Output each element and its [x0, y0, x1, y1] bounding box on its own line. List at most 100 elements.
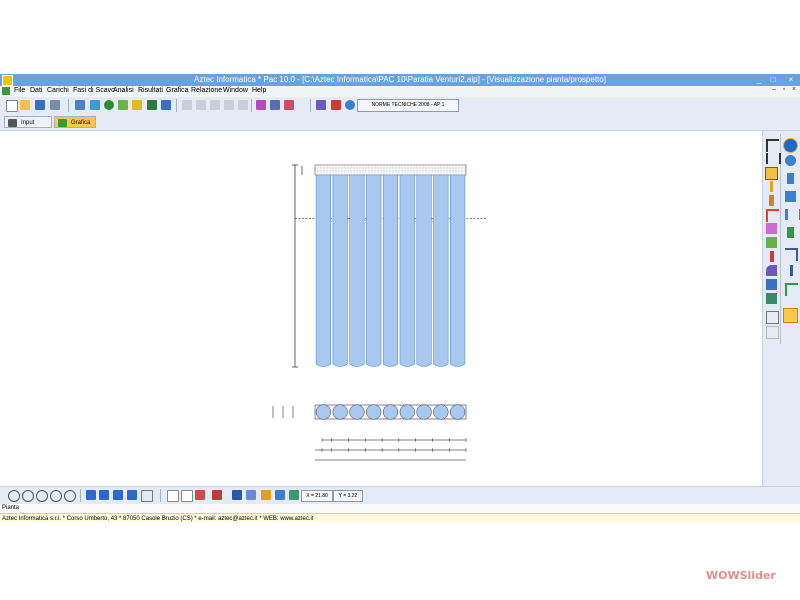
section-icon[interactable] [161, 100, 171, 110]
wall-red-icon[interactable] [769, 195, 774, 206]
window-title: Aztec Informatica * Pac 10.0 - [C:\Aztec… [194, 75, 606, 84]
zoom-in-icon[interactable] [8, 490, 20, 502]
menu-carichi[interactable]: Carichi [47, 87, 69, 94]
cluster-icon[interactable] [785, 155, 796, 166]
menu-help[interactable]: Help [252, 87, 266, 94]
diagram-icon[interactable] [256, 100, 266, 110]
micropile-icon[interactable] [765, 167, 778, 180]
mdi-restore-button[interactable]: ▫ [780, 86, 788, 96]
wall-icon[interactable] [75, 100, 85, 110]
mdi-close-button[interactable]: × [790, 86, 798, 96]
rod-icon[interactable] [770, 181, 773, 192]
text-icon[interactable] [232, 490, 242, 500]
zoom-extent-icon[interactable] [64, 490, 76, 502]
drawing-canvas[interactable] [0, 131, 762, 486]
status-mode: Pianta [0, 504, 800, 513]
anchor-icon[interactable] [90, 100, 100, 110]
pan-left-icon[interactable] [86, 490, 96, 500]
status-company: Aztec Informatica s.r.l. * Corso Umberto… [0, 513, 800, 523]
arrow-icon[interactable] [770, 251, 774, 262]
mdi-minimize-button[interactable]: – [770, 86, 778, 96]
circle-pile-icon[interactable] [783, 138, 798, 153]
bar-icon[interactable] [790, 265, 793, 276]
panel-divider [780, 134, 781, 344]
pile [332, 174, 348, 367]
pile [450, 174, 466, 367]
wowslider-watermark: WOWSlider [706, 569, 776, 582]
mixed-icon[interactable] [766, 237, 777, 248]
piles-elevation [315, 174, 466, 367]
pile [399, 174, 415, 367]
menu-fasi-di-scavo[interactable]: Fasi di Scavo [73, 87, 115, 94]
pan-down-icon[interactable] [127, 490, 137, 500]
profile-icon[interactable] [118, 100, 128, 110]
save-icon[interactable] [35, 100, 45, 110]
disabled-tool-icon [238, 100, 248, 110]
norme-tecniche-select[interactable]: NORME TECNICHE 2008 - AP 1 [357, 99, 459, 112]
bottom-toolbar: X = 21.80 Y = 3.22 [0, 486, 800, 504]
pile-wall-icon[interactable] [766, 153, 781, 164]
triangle-icon[interactable] [766, 223, 777, 234]
step-icon[interactable] [766, 209, 779, 222]
double-tee-icon[interactable] [785, 209, 800, 220]
plan-pile [382, 404, 399, 420]
sheet-pile-icon[interactable] [766, 139, 779, 152]
tab-label: Grafica [71, 120, 91, 126]
right-tool-panel [762, 131, 800, 486]
report-icon[interactable] [316, 100, 326, 110]
page-icon[interactable] [167, 490, 179, 502]
phase-icon[interactable] [147, 100, 157, 110]
rectangle-pile-icon[interactable] [787, 173, 794, 184]
menu-window[interactable]: Window [223, 87, 248, 94]
maximize-button[interactable]: □ [766, 74, 780, 86]
tab-grafica[interactable]: Grafica [54, 116, 96, 128]
shape-icon[interactable] [766, 265, 777, 276]
title-bar: Aztec Informatica * Pac 10.0 - [C:\Aztec… [0, 74, 800, 86]
close-button[interactable]: × [784, 74, 798, 86]
palette-icon[interactable] [275, 490, 285, 500]
colors-icon[interactable] [261, 490, 271, 500]
layers-icon[interactable] [766, 293, 777, 304]
plan-pile [399, 404, 415, 420]
battery-icon[interactable] [787, 227, 794, 238]
menu-relazione[interactable]: Relazione [191, 87, 222, 94]
tab-input-grafico[interactable]: Input grafico [4, 116, 52, 138]
help-icon[interactable] [345, 100, 355, 110]
menu-grafica[interactable]: Grafica [166, 87, 189, 94]
menu-bar: File Dati Carichi Fasi di Scavo Analisi … [0, 86, 800, 97]
plan-pile [366, 404, 382, 420]
blocks-icon[interactable] [766, 279, 777, 290]
soil-icon[interactable] [104, 100, 114, 110]
code-icon[interactable] [331, 100, 341, 110]
results-icon[interactable] [284, 100, 294, 110]
open-folder-icon[interactable] [20, 100, 30, 110]
hand-icon[interactable] [141, 490, 153, 502]
bracket-icon[interactable] [785, 283, 798, 296]
pan-right-icon[interactable] [99, 490, 109, 500]
zoom-all-icon[interactable] [50, 490, 62, 502]
grid-icon[interactable] [766, 311, 779, 324]
menu-dati[interactable]: Dati [30, 87, 42, 94]
toolbar-separator [310, 99, 311, 112]
print-icon[interactable] [50, 100, 60, 110]
disabled-tool-icon [210, 100, 220, 110]
menu-analisi[interactable]: Analisi [113, 87, 134, 94]
stairs-icon[interactable] [785, 248, 798, 261]
pan-up-icon[interactable] [113, 490, 123, 500]
dimension-icon[interactable] [246, 490, 256, 500]
zoom-out-icon[interactable] [22, 490, 34, 502]
table-icon[interactable] [195, 490, 205, 500]
menu-file[interactable]: File [14, 87, 25, 94]
new-file-icon[interactable] [6, 100, 18, 112]
export-icon[interactable] [289, 490, 299, 500]
load-icon[interactable] [132, 100, 142, 110]
legend-icon[interactable] [212, 490, 222, 500]
chart-icon[interactable] [270, 100, 280, 110]
zoom-window-icon[interactable] [36, 490, 48, 502]
help-question-icon[interactable] [783, 308, 798, 323]
copy-icon[interactable] [181, 490, 193, 502]
toolbar-separator [160, 489, 161, 502]
tee-icon[interactable] [785, 191, 796, 202]
minimize-button[interactable]: _ [752, 74, 766, 86]
menu-risultati[interactable]: Risultati [138, 87, 163, 94]
